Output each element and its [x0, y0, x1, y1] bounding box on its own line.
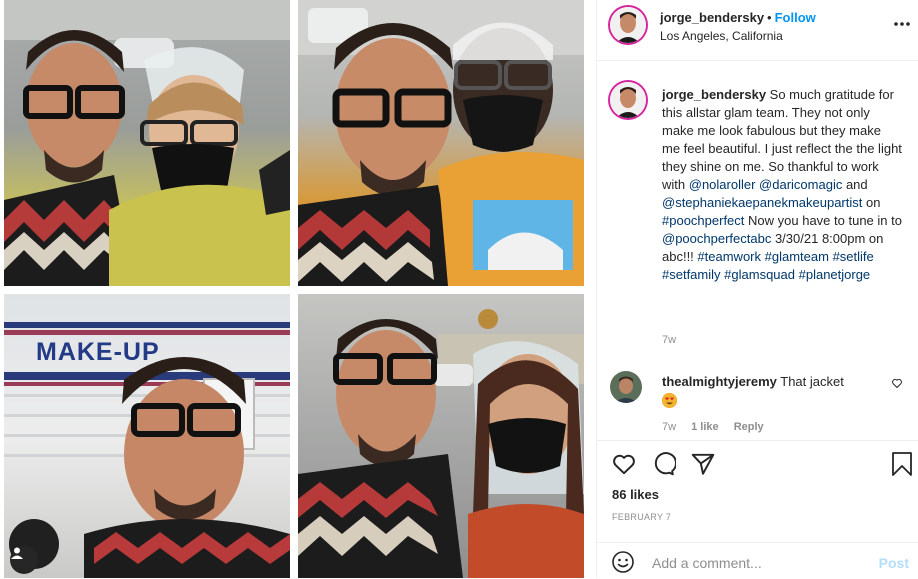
caption-avatar-image [610, 82, 646, 118]
heart-eyes-emoji-icon [662, 393, 677, 409]
comment-text: That jacket [780, 374, 844, 389]
mention-poochperfectabc[interactable]: @poochperfectabc [662, 231, 771, 246]
comment-meta: 7w 1 like Reply [662, 421, 776, 433]
add-comment-input[interactable]: Add a comment... [652, 555, 762, 571]
photo-2-illustration [298, 0, 584, 286]
author-username[interactable]: jorge_bendersky [660, 10, 764, 25]
trailer-sign: MAKE-UP [36, 338, 160, 366]
heart-eyes-emoji-glyph [662, 393, 677, 409]
photo-1-illustration [4, 0, 290, 286]
author-avatar[interactable] [610, 7, 646, 43]
post-date[interactable]: FEBRUARY 7 [612, 512, 671, 522]
person-icon [11, 547, 23, 559]
comment-reply-button[interactable]: Reply [734, 421, 764, 433]
photo-selfie-4 [298, 294, 584, 578]
photo-makeup-trailer: MAKE-UP [4, 294, 290, 578]
more-horizontal-icon[interactable] [893, 14, 911, 32]
header-user-line: jorge_bendersky • Follow [660, 10, 816, 25]
comment-bubble-icon[interactable] [650, 451, 677, 482]
save-bookmark-glyph [892, 452, 912, 476]
caption-author-avatar[interactable] [610, 82, 646, 118]
tagged-accounts-badge[interactable] [10, 546, 38, 574]
comment-like-heart-icon[interactable] [891, 376, 903, 394]
mention-daricomagic[interactable]: @daricomagic [759, 177, 842, 192]
emoji-smiley-icon[interactable] [611, 550, 635, 579]
photo-3-illustration [4, 322, 290, 578]
hashtag-teamwork[interactable]: #teamwork [697, 249, 761, 264]
comment-like-heart-glyph [892, 378, 902, 388]
mention-nolaroller[interactable]: @nolaroller [689, 177, 756, 192]
post-details-panel: jorge_bendersky • Follow Los Angeles, Cali… [596, 0, 918, 578]
post-comment-button[interactable]: Post [879, 555, 909, 571]
caption-timestamp[interactable]: 7w [662, 334, 676, 346]
hashtag-glamteam[interactable]: #glamteam [765, 249, 829, 264]
more-dots-glyph [894, 22, 910, 26]
caption-username[interactable]: jorge_bendersky [662, 87, 766, 102]
post-location[interactable]: Los Angeles, California [660, 29, 783, 43]
hashtag-planetjorge[interactable]: #planetjorge [799, 267, 871, 282]
caption-text-2: Now you have to tune in to [748, 213, 902, 228]
comment-likes-count[interactable]: 1 like [691, 421, 719, 433]
likes-count[interactable]: 86 likes [612, 487, 659, 502]
caption-text-on: on [866, 195, 881, 210]
follow-button[interactable]: Follow [775, 10, 816, 25]
caption-text-and: and [845, 177, 868, 192]
post-header: jorge_bendersky • Follow Los Angeles, Cali… [597, 0, 918, 61]
like-heart-glyph [613, 454, 635, 475]
hashtag-setlife[interactable]: #setlife [833, 249, 874, 264]
separator-dot: • [767, 10, 772, 25]
hashtag-glamsquad[interactable]: #glamsquad [724, 267, 795, 282]
post-caption: jorge_bendersky So much gratitude for th… [662, 86, 902, 284]
commenter-username[interactable]: thealmightyjeremy [662, 374, 777, 389]
add-comment-bar: Add a comment... Post [597, 542, 918, 579]
commenter-avatar-image [610, 371, 642, 403]
author-avatar-image [610, 7, 646, 43]
like-heart-icon[interactable] [611, 451, 637, 482]
mention-stephaniekaepanek[interactable]: @stephaniekaepanekmakeupartist [662, 195, 862, 210]
hashtag-poochperfect[interactable]: #poochperfect [662, 213, 744, 228]
comment-item: thealmightyjeremy That jacket [662, 373, 872, 409]
comment-timestamp[interactable]: 7w [662, 421, 676, 433]
commenter-avatar[interactable] [610, 371, 642, 403]
hashtag-setfamily[interactable]: #setfamily [662, 267, 721, 282]
photo-selfie-1 [4, 0, 290, 286]
post-media[interactable]: MAKE-UP [0, 0, 596, 578]
share-paper-plane-icon[interactable] [690, 451, 716, 482]
photo-4-illustration [298, 309, 584, 578]
share-paper-plane-glyph [691, 453, 715, 475]
comment-bubble-glyph [654, 452, 677, 476]
photo-selfie-2 [298, 0, 584, 286]
save-bookmark-icon[interactable] [890, 451, 914, 482]
emoji-smiley-glyph [612, 551, 634, 573]
